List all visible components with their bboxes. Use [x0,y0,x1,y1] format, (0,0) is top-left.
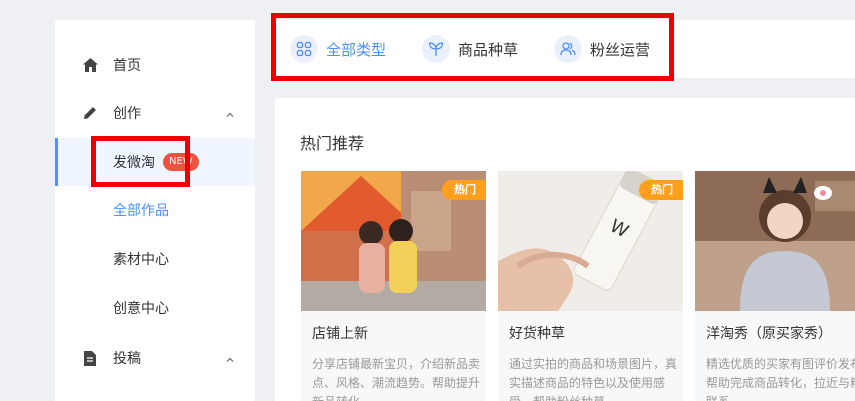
sidebar-item-home[interactable]: 首页 [55,41,255,89]
sidebar: 首页 创作 发微淘 NEW 全部作品 素材中心 创意中心 投稿 [55,20,255,401]
sidebar-item-create[interactable]: 创作 [55,89,255,137]
sidebar-item-submit[interactable]: 投稿 [55,334,255,382]
template-card-buyer-show[interactable]: 洋淘秀（原买家秀） 精选优质的买家有图评价发布，帮助完成商品转化，拉近与粉丝联系 [695,171,855,401]
sidebar-item-label: 投稿 [113,351,141,367]
card-title: 好货种草 [509,326,565,342]
hot-badge: 热门 [442,180,486,200]
card-image [695,171,855,311]
sidebar-item-label: 创作 [113,106,141,122]
sidebar-item-label: 首页 [113,58,141,74]
main-panel: 热门推荐 热门 店铺上新 分享店铺最新宝贝，介绍新品卖点、风格、潮流趋势。帮助提… [275,98,855,401]
card-description: 分享店铺最新宝贝，介绍新品卖点、风格、潮流趋势。帮助提升新品转化 [312,357,481,401]
pencil-icon [82,105,98,121]
template-card-product-seeding[interactable]: W 热门 好货种草 通过实拍的商品和场景图片，真实描述商品的特色以及使用感受，帮… [498,171,683,401]
sidebar-subitem-label: 全部作品 [113,203,169,219]
card-title: 店铺上新 [312,326,368,342]
card-title: 洋淘秀（原买家秀） [706,326,832,342]
sidebar-subitem-materials[interactable]: 素材中心 [55,235,255,283]
document-icon [82,350,98,366]
home-icon [82,57,98,73]
sidebar-subitem-all-works[interactable]: 全部作品 [55,186,255,234]
section-title: 热门推荐 [300,134,365,153]
highlight-box-post [91,136,190,187]
highlight-box-tabs [271,13,674,81]
chevron-up-icon[interactable] [225,353,235,363]
template-card-new-arrivals[interactable]: 热门 店铺上新 分享店铺最新宝贝，介绍新品卖点、风格、潮流趋势。帮助提升新品转化 [301,171,486,401]
card-description: 精选优质的买家有图评价发布，帮助完成商品转化，拉近与粉丝联系 [706,357,855,401]
chevron-up-icon[interactable] [225,108,235,118]
card-description: 通过实拍的商品和场景图片，真实描述商品的特色以及使用感受，帮助粉丝种草 [509,357,678,401]
sidebar-subitem-label: 素材中心 [113,252,169,268]
sidebar-subitem-ideas[interactable]: 创意中心 [55,284,255,332]
hot-badge: 热门 [639,180,683,200]
sidebar-subitem-label: 创意中心 [113,301,169,317]
